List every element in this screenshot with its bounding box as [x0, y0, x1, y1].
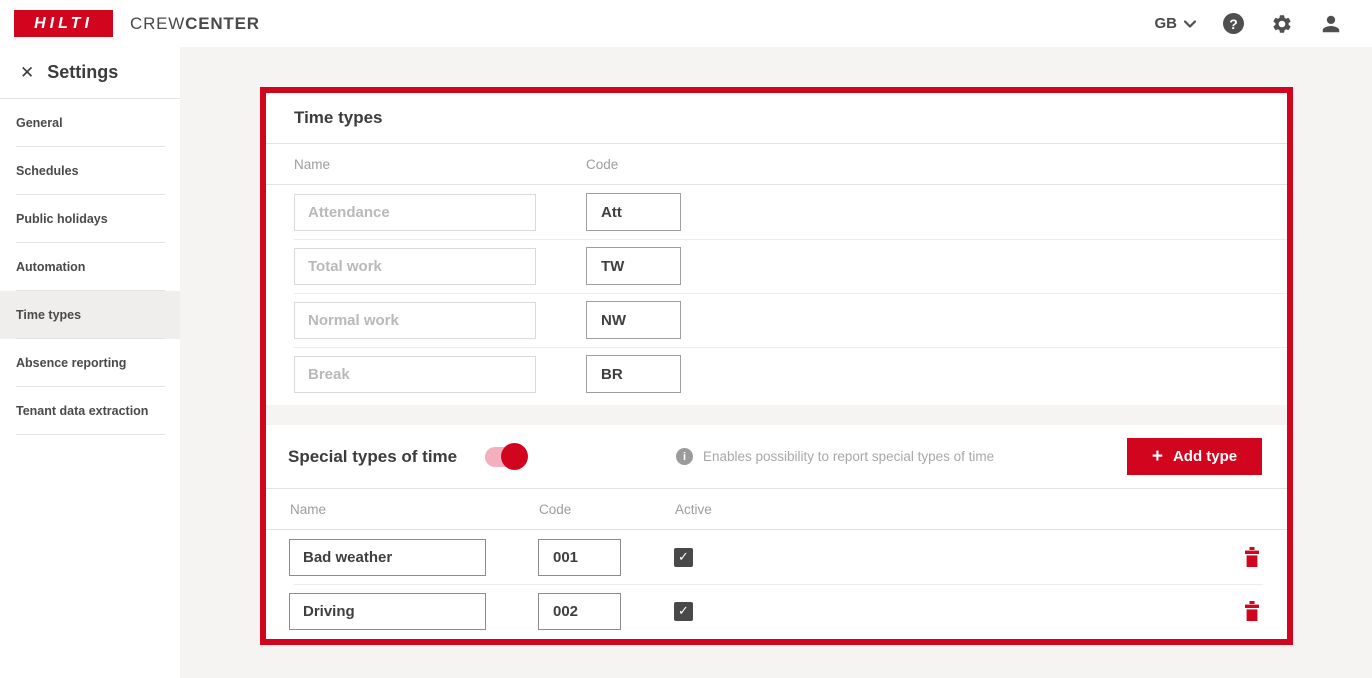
time-types-table-header: Name Code	[266, 144, 1287, 185]
top-header: HILTI CREWCENTER GB ?	[0, 0, 1372, 47]
trash-icon	[1244, 547, 1260, 567]
sidebar-item-label: Absence reporting	[16, 356, 126, 370]
locale-label: GB	[1155, 15, 1178, 32]
sidebar-item-tenant-data-extraction[interactable]: Tenant data extraction	[0, 387, 180, 435]
locale-selector[interactable]: GB	[1155, 15, 1197, 32]
table-row	[266, 293, 1287, 347]
sidebar-item-label: Tenant data extraction	[16, 404, 148, 418]
time-type-code-input[interactable]	[586, 355, 681, 393]
sidebar-item-label: General	[16, 116, 63, 130]
time-type-name-input[interactable]	[294, 302, 536, 339]
column-header-active: Active	[675, 502, 712, 517]
hilti-logo-text: HILTI	[34, 15, 93, 33]
close-icon[interactable]: ✕	[20, 64, 34, 81]
sidebar-item-label: Automation	[16, 260, 85, 274]
gear-icon	[1271, 13, 1293, 35]
settings-button[interactable]	[1271, 13, 1293, 35]
delete-row-button[interactable]	[1244, 547, 1260, 567]
special-type-name-input[interactable]	[289, 539, 486, 576]
special-type-code-input[interactable]	[538, 593, 621, 630]
add-type-button[interactable]: + Add type	[1127, 438, 1262, 475]
hilti-logo[interactable]: HILTI	[14, 10, 113, 37]
trash-icon	[1244, 601, 1260, 621]
help-icon: ?	[1223, 13, 1244, 34]
sidebar-item-public-holidays[interactable]: Public holidays	[0, 195, 180, 243]
help-button[interactable]: ?	[1223, 13, 1244, 34]
time-type-code-input[interactable]	[586, 301, 681, 339]
special-types-table-header: Name Code Active	[266, 489, 1287, 530]
special-type-code-input[interactable]	[538, 539, 621, 576]
plus-icon: +	[1152, 447, 1163, 466]
sidebar-item-automation[interactable]: Automation	[0, 243, 180, 291]
special-types-toggle[interactable]	[485, 447, 525, 467]
table-row: ✓	[266, 530, 1287, 584]
column-header-code: Code	[586, 157, 618, 172]
time-type-code-input[interactable]	[586, 247, 681, 285]
chevron-down-icon	[1184, 20, 1196, 28]
sidebar-item-label: Public holidays	[16, 212, 108, 226]
time-type-name-input[interactable]	[294, 194, 536, 231]
app-screen: HILTI CREWCENTER GB ?	[0, 0, 1372, 678]
table-row	[266, 185, 1287, 239]
time-type-name-input[interactable]	[294, 248, 536, 285]
sidebar-item-time-types[interactable]: Time types	[0, 291, 180, 339]
active-checkbox[interactable]: ✓	[674, 602, 693, 621]
account-button[interactable]	[1320, 13, 1342, 35]
table-row	[266, 347, 1287, 401]
app-title-regular: CREW	[130, 14, 185, 33]
sidebar-item-absence-reporting[interactable]: Absence reporting	[0, 339, 180, 387]
active-checkbox[interactable]: ✓	[674, 548, 693, 567]
sidebar-item-label: Time types	[16, 308, 81, 322]
special-type-name-input[interactable]	[289, 593, 486, 630]
column-header-code: Code	[539, 502, 675, 517]
special-types-title: Special types of time	[288, 447, 457, 467]
settings-sidebar: ✕ Settings General Schedules Public holi…	[0, 47, 180, 678]
time-types-title: Time types	[294, 108, 383, 128]
app-title: CREWCENTER	[130, 14, 260, 34]
delete-row-button[interactable]	[1244, 601, 1260, 621]
time-type-name-input[interactable]	[294, 356, 536, 393]
column-header-name: Name	[294, 157, 586, 172]
special-types-card: Special types of time i Enables possibil…	[266, 425, 1287, 639]
add-type-label: Add type	[1173, 448, 1237, 465]
person-icon	[1320, 13, 1342, 35]
app-title-bold: CENTER	[185, 14, 260, 33]
sidebar-item-label: Schedules	[16, 164, 79, 178]
card-gap	[266, 405, 1287, 425]
info-text: Enables possibility to report special ty…	[703, 449, 994, 464]
column-header-name: Name	[290, 502, 539, 517]
table-row: ✓	[266, 584, 1287, 638]
info-icon: i	[676, 448, 693, 465]
sidebar-item-general[interactable]: General	[0, 99, 180, 147]
main-content: Time types Name Code	[180, 47, 1372, 678]
header-actions: GB ?	[1155, 13, 1372, 35]
sidebar-header: ✕ Settings	[0, 47, 180, 99]
sidebar-item-schedules[interactable]: Schedules	[0, 147, 180, 195]
toggle-knob	[501, 443, 528, 470]
highlighted-settings-panel: Time types Name Code	[260, 87, 1293, 645]
time-types-card: Time types Name Code	[266, 93, 1287, 405]
table-row	[266, 239, 1287, 293]
info-group: i Enables possibility to report special …	[676, 425, 994, 488]
sidebar-title: Settings	[47, 62, 118, 83]
time-type-code-input[interactable]	[586, 193, 681, 231]
